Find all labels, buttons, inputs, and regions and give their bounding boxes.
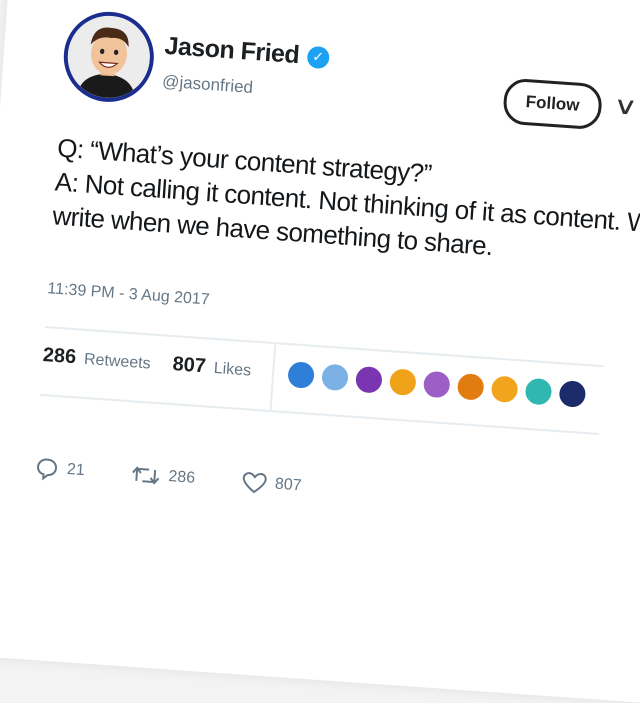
verified-badge-icon: ✓ <box>306 45 330 69</box>
liker-avatar[interactable] <box>352 363 385 396</box>
chevron-down-icon[interactable]: ∨ <box>612 91 639 122</box>
retweet-button[interactable]: 286 <box>130 462 196 490</box>
like-button[interactable]: 807 <box>240 470 302 498</box>
liker-avatar[interactable] <box>556 378 589 411</box>
engagement-stats: 286 Retweets 807 Likes <box>42 344 266 382</box>
follow-button[interactable]: Follow <box>502 77 604 131</box>
avatar[interactable] <box>60 8 157 105</box>
tweet-card: Jason Fried ✓ @jasonfried Follow ∨ Q: “W… <box>0 0 640 703</box>
liker-avatar[interactable] <box>386 366 419 399</box>
likes-count[interactable]: 807 <box>172 353 207 378</box>
retweet-icon <box>130 462 162 488</box>
likes-label[interactable]: Likes <box>213 360 251 381</box>
action-bar: 21 286 807 <box>34 456 348 502</box>
tweet-text: Q: “What’s your content strategy?” A: No… <box>51 131 640 272</box>
author-handle[interactable]: @jasonfried <box>162 72 254 98</box>
tweet-timestamp[interactable]: 11:39 PM - 3 Aug 2017 <box>47 280 210 309</box>
retweet-count: 286 <box>167 468 196 487</box>
reply-button[interactable]: 21 <box>34 456 85 483</box>
retweets-label[interactable]: Retweets <box>83 351 151 374</box>
reply-count: 21 <box>66 460 86 480</box>
author-row: Jason Fried ✓ <box>164 32 330 72</box>
like-count: 807 <box>274 475 303 495</box>
liker-avatars <box>285 359 589 411</box>
liker-avatar[interactable] <box>488 373 521 406</box>
stats-separator <box>269 344 277 411</box>
liker-avatar[interactable] <box>420 368 453 401</box>
liker-avatar[interactable] <box>285 359 318 392</box>
liker-avatar[interactable] <box>318 361 352 394</box>
liker-avatar[interactable] <box>522 375 555 408</box>
reply-icon <box>34 456 60 482</box>
retweets-count[interactable]: 286 <box>42 344 77 369</box>
author-name[interactable]: Jason Fried <box>164 32 300 70</box>
liker-avatar[interactable] <box>454 370 487 403</box>
heart-icon <box>240 470 268 496</box>
